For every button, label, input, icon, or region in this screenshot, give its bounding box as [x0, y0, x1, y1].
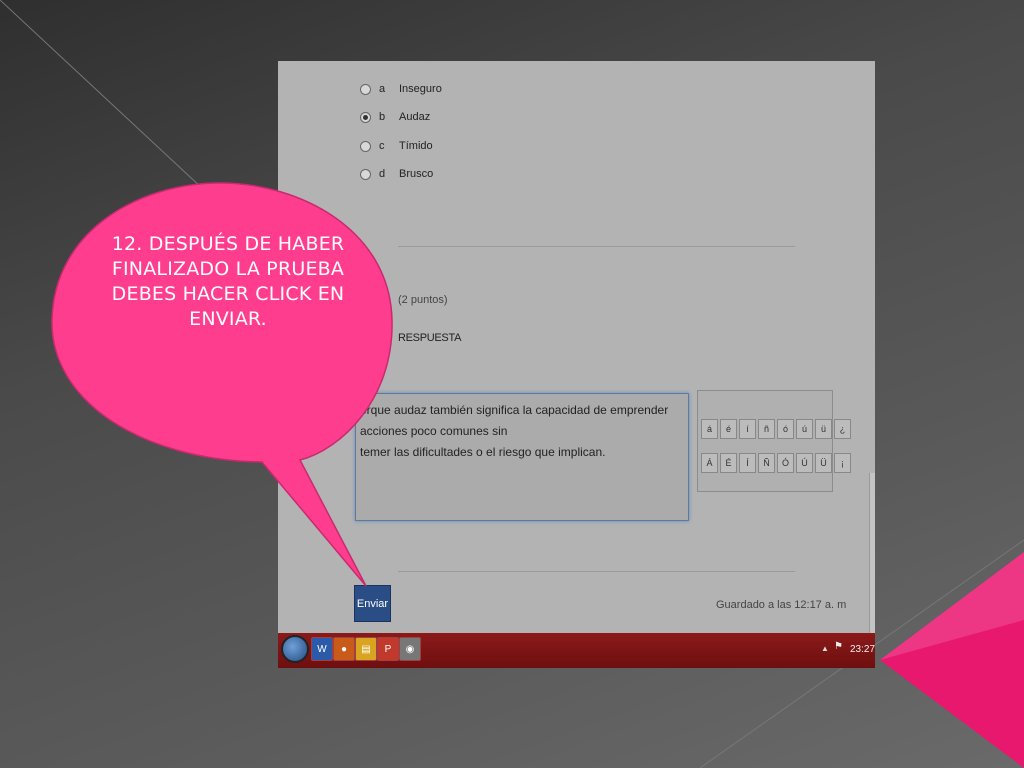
callout-graphics	[51, 182, 1024, 768]
callout-text: 12. DESPUÉS DE HABER FINALIZADO LA PRUEB…	[111, 233, 345, 330]
